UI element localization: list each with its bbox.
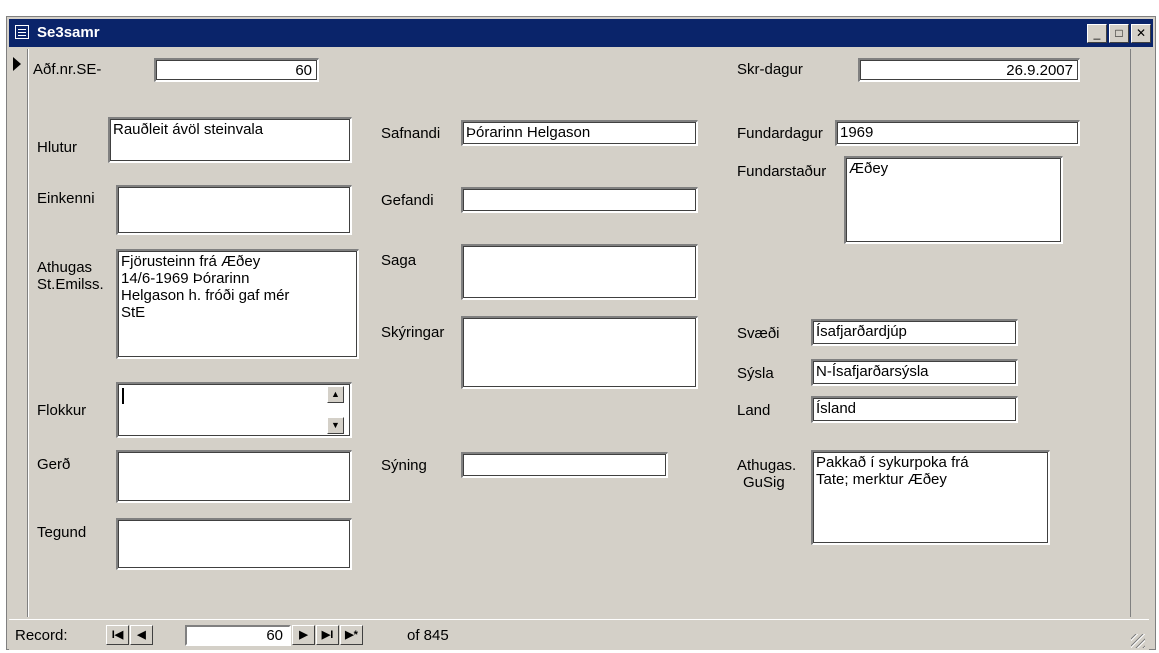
current-record-arrow-icon: [13, 57, 21, 71]
adfnr-label: Aðf.nr.SE-: [33, 61, 102, 78]
skyringar-field[interactable]: [461, 316, 698, 389]
current-record-input[interactable]: 60: [185, 625, 291, 646]
sysla-label: Sýsla: [737, 365, 774, 382]
gerd-field[interactable]: [116, 450, 352, 503]
record-label: Record:: [15, 627, 68, 644]
new-record-button[interactable]: ▶*: [340, 625, 363, 645]
close-button[interactable]: ✕: [1131, 24, 1151, 43]
flokkur-label: Flokkur: [37, 402, 87, 419]
einkenni-field[interactable]: [116, 185, 352, 235]
form-body: Aðf.nr.SE- 60 Skr-dagur 26.9.2007 Hlutur…: [9, 49, 1130, 617]
athugas-ste-field[interactable]: Fjörusteinn frá Æðey 14/6-1969 Þórarinn …: [116, 249, 359, 359]
athugas-gusig-label-2: GuSig: [743, 474, 785, 491]
fundardagur-field[interactable]: 1969: [835, 120, 1080, 146]
detail-section: Aðf.nr.SE- 60 Skr-dagur 26.9.2007 Hlutur…: [29, 49, 1130, 617]
text-cursor: [122, 388, 124, 404]
tegund-field[interactable]: [116, 518, 352, 570]
form-window: Se3samr _ □ ✕ Aðf.nr.SE- 60 Skr-dagur 26…: [6, 16, 1156, 650]
spin-down-button[interactable]: ▼: [327, 417, 344, 434]
athugas-gusig-label-1: Athugas.: [737, 457, 797, 474]
saga-field[interactable]: [461, 244, 698, 300]
fundarstadur-label: Fundarstaður: [737, 163, 827, 180]
vertical-scrollbar[interactable]: [1130, 49, 1150, 617]
last-record-button[interactable]: ▶I: [316, 625, 339, 645]
gerd-label: Gerð: [37, 456, 71, 473]
maximize-button[interactable]: □: [1109, 24, 1129, 43]
tegund-label: Tegund: [37, 524, 87, 541]
athugas-ste-label-1: Athugas: [37, 259, 93, 276]
safnandi-field[interactable]: Þórarinn Helgason: [461, 120, 698, 146]
adfnr-field[interactable]: 60: [154, 58, 319, 82]
record-selector[interactable]: [9, 49, 28, 617]
spin-up-button[interactable]: ▲: [327, 386, 344, 403]
fundardagur-label: Fundardagur: [737, 125, 823, 142]
einkenni-label: Einkenni: [37, 190, 95, 207]
title-bar: Se3samr _ □ ✕: [9, 19, 1153, 47]
safnandi-label: Safnandi: [381, 125, 441, 142]
saga-label: Saga: [381, 252, 417, 269]
athugas-ste-label-2: St.Emilss.: [37, 276, 104, 293]
minimize-button[interactable]: _: [1087, 24, 1107, 43]
record-navigation-bar: Record: I◀ ◀ 60 ▶ ▶I ▶* of 845: [9, 619, 1149, 650]
syning-field[interactable]: [461, 452, 668, 478]
flokkur-field[interactable]: [116, 382, 352, 438]
syning-label: Sýning: [381, 457, 427, 474]
skyringar-label: Skýringar: [381, 324, 445, 341]
next-record-button[interactable]: ▶: [292, 625, 315, 645]
record-count: of 845: [407, 627, 449, 644]
skrdagur-field[interactable]: 26.9.2007: [858, 58, 1080, 82]
svaedi-label: Svæði: [737, 325, 780, 342]
gefandi-field[interactable]: [461, 187, 698, 213]
hlutur-field[interactable]: Rauðleit ávöl steinvala: [108, 117, 352, 163]
previous-record-button[interactable]: ◀: [130, 625, 153, 645]
hlutur-label: Hlutur: [37, 139, 78, 156]
land-field[interactable]: Ísland: [811, 396, 1018, 423]
gefandi-label: Gefandi: [381, 192, 434, 209]
fundarstadur-field[interactable]: Æðey: [844, 156, 1063, 244]
athugas-gusig-field[interactable]: Pakkað í sykurpoka frá Tate; merktur Æðe…: [811, 450, 1050, 545]
svaedi-field[interactable]: Ísafjarðardjúp: [811, 319, 1018, 346]
window-title: Se3samr: [37, 24, 100, 41]
land-label: Land: [737, 402, 771, 419]
first-record-button[interactable]: I◀: [106, 625, 129, 645]
sysla-field[interactable]: N-Ísafjarðarsýsla: [811, 359, 1018, 386]
skrdagur-label: Skr-dagur: [737, 61, 803, 78]
form-icon: [15, 25, 29, 39]
resize-grip-icon[interactable]: [1131, 634, 1145, 648]
